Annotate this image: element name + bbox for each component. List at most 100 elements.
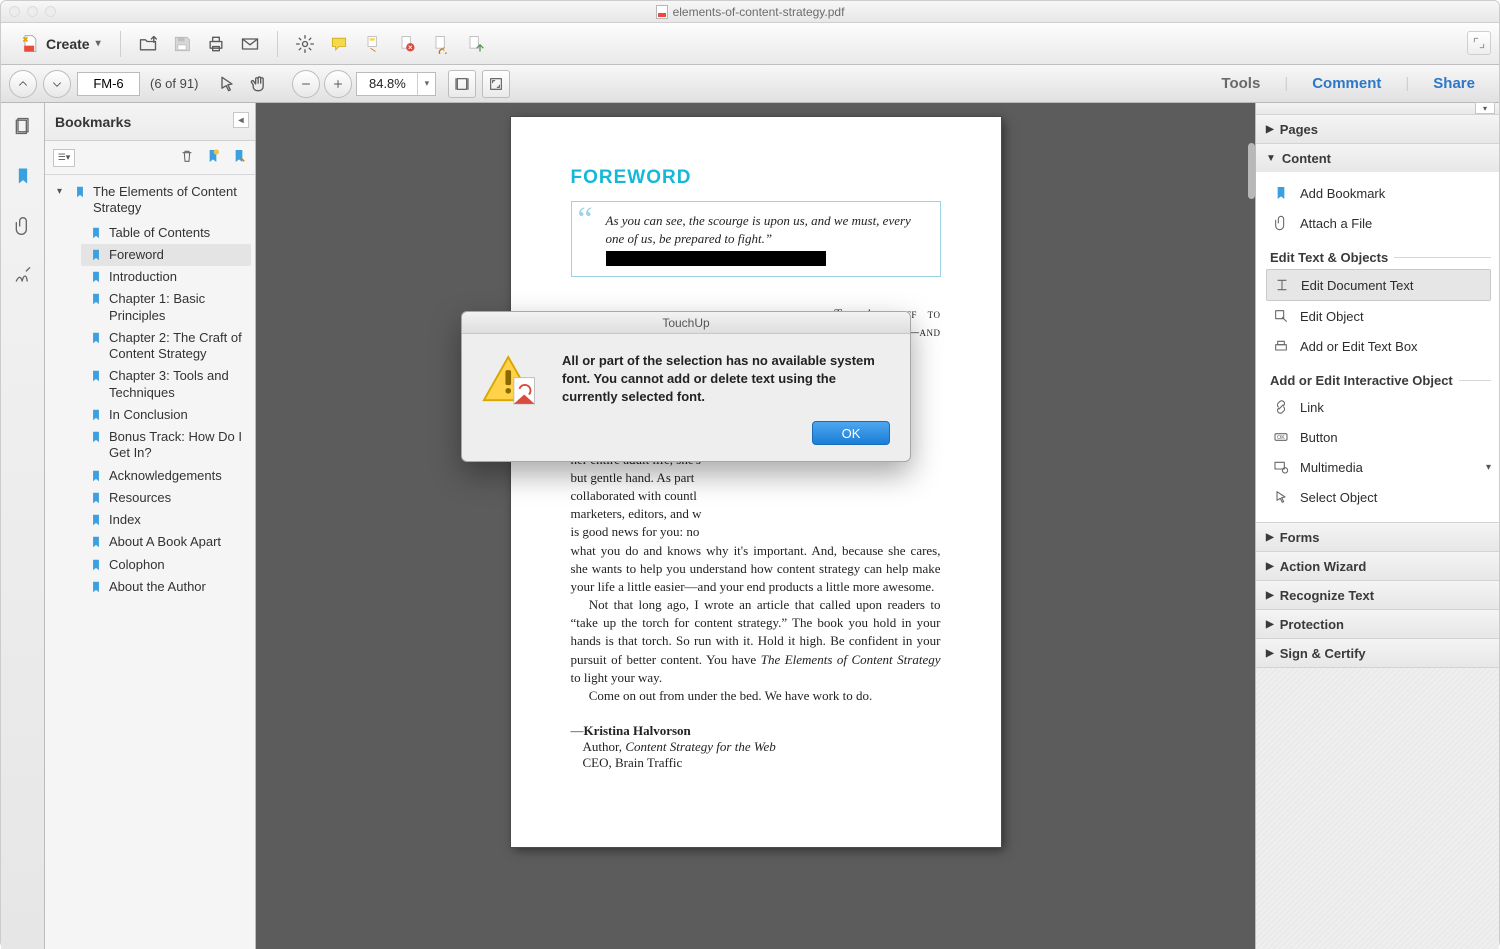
pages-section[interactable]: ▶Pages: [1256, 115, 1499, 143]
edit-object-item[interactable]: Edit Object: [1266, 301, 1499, 331]
create-button[interactable]: Create ▾: [9, 30, 112, 58]
bookmark-label: Resources: [109, 490, 171, 506]
tools-tab[interactable]: Tools: [1215, 71, 1266, 96]
touchup-dialog: TouchUp: [461, 311, 911, 462]
recognize-text-section[interactable]: ▶Recognize Text: [1256, 581, 1499, 609]
bookmark-icon: [89, 580, 103, 594]
bookmark-label: Foreword: [109, 247, 164, 263]
bookmark-item[interactable]: Introduction: [81, 266, 251, 288]
bookmark-item[interactable]: Table of Contents: [81, 222, 251, 244]
print-button[interactable]: [203, 31, 229, 57]
bookmark-item[interactable]: Acknowledgements: [81, 465, 251, 487]
bookmarks-tree: ▾ The Elements of Content Strategy Table…: [45, 175, 255, 949]
bookmark-icon: [1272, 184, 1290, 202]
open-button[interactable]: [135, 31, 161, 57]
bookmark-label: Chapter 2: The Craft of Content Strategy: [109, 330, 247, 363]
bookmark-item[interactable]: Colophon: [81, 554, 251, 576]
bookmark-icon: [89, 491, 103, 505]
fullscreen-button[interactable]: [1467, 31, 1491, 55]
export-page-button[interactable]: [462, 31, 488, 57]
zoom-input[interactable]: 84.8% ▾: [356, 72, 436, 96]
disclosure-triangle-icon[interactable]: ▾: [57, 186, 67, 197]
left-rail: [1, 103, 45, 949]
bookmark-item[interactable]: In Conclusion: [81, 404, 251, 426]
email-button[interactable]: [237, 31, 263, 57]
svg-text:OK: OK: [1277, 435, 1285, 441]
next-page-button[interactable]: [43, 70, 71, 98]
zoom-in-button[interactable]: [324, 70, 352, 98]
sign-certify-section[interactable]: ▶Sign & Certify: [1256, 639, 1499, 667]
window-titlebar: elements-of-content-strategy.pdf: [1, 1, 1499, 23]
thumbnails-rail-button[interactable]: [8, 111, 38, 141]
attach-file-item[interactable]: Attach a File: [1266, 208, 1499, 238]
collapse-panel-button[interactable]: ◂: [233, 112, 249, 128]
button-item[interactable]: OK Button: [1266, 422, 1499, 452]
chevron-down-icon[interactable]: ▾: [1486, 462, 1491, 473]
edit-document-text-item[interactable]: Edit Document Text: [1266, 269, 1491, 301]
link-item[interactable]: Link: [1266, 392, 1499, 422]
settings-button[interactable]: [292, 31, 318, 57]
bookmark-root[interactable]: ▾ The Elements of Content Strategy: [49, 181, 251, 220]
bookmark-item[interactable]: Chapter 1: Basic Principles: [81, 288, 251, 327]
delete-bookmark-button[interactable]: [179, 148, 195, 167]
typewriter-icon: [1272, 337, 1290, 355]
ok-button[interactable]: OK: [812, 421, 890, 445]
bookmark-item[interactable]: Chapter 3: Tools and Techniques: [81, 365, 251, 404]
rotate-page-button[interactable]: [428, 31, 454, 57]
fit-page-button[interactable]: [482, 70, 510, 98]
bookmarks-header: Bookmarks ◂: [45, 103, 255, 141]
bookmark-icon: [89, 558, 103, 572]
add-text-box-item[interactable]: Add or Edit Text Box: [1266, 331, 1499, 361]
hand-tool-button[interactable]: [246, 71, 272, 97]
tools-panel: ▾ ▶Pages ▼Content Add Bookmark Attach a …: [1255, 103, 1499, 949]
comment-tab[interactable]: Comment: [1306, 71, 1387, 96]
panel-menu-button[interactable]: ▾: [1475, 102, 1495, 114]
bookmark-settings-button[interactable]: [231, 148, 247, 167]
bookmark-item[interactable]: Foreword: [81, 244, 251, 266]
new-bookmark-button[interactable]: [205, 148, 221, 167]
highlight-button[interactable]: [360, 31, 386, 57]
viewer-scrollbar[interactable]: [1248, 143, 1255, 199]
share-tab[interactable]: Share: [1427, 71, 1481, 96]
bookmark-item[interactable]: Resources: [81, 487, 251, 509]
delete-page-button[interactable]: [394, 31, 420, 57]
bookmarks-panel: Bookmarks ◂ ☰▾ ▾ The Elements of Content…: [45, 103, 256, 949]
zoom-out-button[interactable]: [292, 70, 320, 98]
multimedia-item[interactable]: Multimedia ▾: [1266, 452, 1499, 482]
bookmark-label: About the Author: [109, 579, 206, 595]
attachments-rail-button[interactable]: [8, 211, 38, 241]
nav-toolbar: (6 of 91) 84.8% ▾ Tools | Comment | Shar…: [1, 65, 1499, 103]
forms-section[interactable]: ▶Forms: [1256, 523, 1499, 551]
bookmark-item[interactable]: Chapter 2: The Craft of Content Strategy: [81, 327, 251, 366]
content-section[interactable]: ▼Content: [1256, 144, 1499, 172]
bookmark-icon: [89, 270, 103, 284]
bookmark-label: Chapter 3: Tools and Techniques: [109, 368, 247, 401]
bookmark-label: Colophon: [109, 557, 165, 573]
add-bookmark-item[interactable]: Add Bookmark: [1266, 178, 1499, 208]
comment-bubble-button[interactable]: [326, 31, 352, 57]
chevron-down-icon: ▾: [96, 38, 101, 49]
bookmark-item[interactable]: Bonus Track: How Do I Get In?: [81, 426, 251, 465]
chevron-down-icon[interactable]: ▾: [417, 73, 435, 95]
document-viewer[interactable]: FOREWORD “ As you can see, the scourge i…: [256, 103, 1255, 949]
bookmark-item[interactable]: About A Book Apart: [81, 531, 251, 553]
select-tool-button[interactable]: [214, 71, 240, 97]
bookmark-item[interactable]: About the Author: [81, 576, 251, 598]
protection-section[interactable]: ▶Protection: [1256, 610, 1499, 638]
bookmark-label: The Elements of Content Strategy: [93, 184, 247, 217]
bookmarks-options-button[interactable]: ☰▾: [53, 149, 75, 167]
signatures-rail-button[interactable]: [8, 261, 38, 291]
action-wizard-section[interactable]: ▶Action Wizard: [1256, 552, 1499, 580]
prev-page-button[interactable]: [9, 70, 37, 98]
bookmarks-rail-button[interactable]: [8, 161, 38, 191]
bookmark-label: About A Book Apart: [109, 534, 221, 550]
save-button[interactable]: [169, 31, 195, 57]
fit-width-button[interactable]: [448, 70, 476, 98]
page-label-input[interactable]: [77, 72, 140, 96]
pull-quote: “ As you can see, the scourge is upon us…: [571, 201, 941, 277]
interactive-object-label: Add or Edit Interactive Object: [1266, 361, 1499, 392]
window-filename: elements-of-content-strategy.pdf: [673, 5, 845, 19]
bookmark-item[interactable]: Index: [81, 509, 251, 531]
select-object-item[interactable]: Select Object: [1266, 482, 1499, 512]
text-cursor-icon: [1273, 276, 1291, 294]
